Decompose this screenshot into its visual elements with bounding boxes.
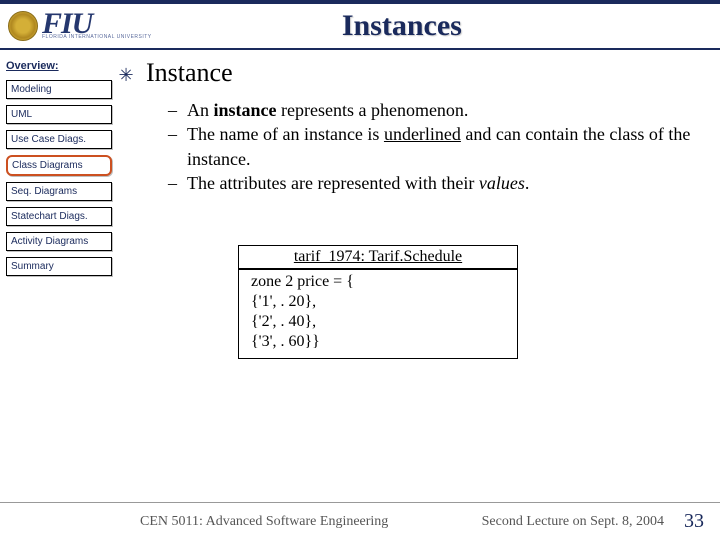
sidebar-item-summary[interactable]: Summary — [6, 257, 112, 276]
sub-item-1: – An instance represents a phenomenon. — [168, 98, 700, 122]
sidebar-item-activity-diagrams[interactable]: Activity Diagrams — [6, 232, 112, 251]
content-heading: Instance — [146, 58, 233, 88]
footer-lecture: Second Lecture on Sept. 8, 2004 — [388, 514, 684, 530]
sidebar-item-seq-diagrams[interactable]: Seq. Diagrams — [6, 182, 112, 201]
sub-text-2: The name of an instance is underlined an… — [187, 122, 700, 171]
logo: FIU FLORIDA INTERNATIONAL UNIVERSITY — [8, 11, 152, 41]
uml-instance-attrs: zone 2 price = { {'1', . 20}, {'2', . 40… — [238, 268, 518, 359]
university-seal-icon — [8, 11, 38, 41]
sidebar: Overview: Modeling UML Use Case Diags. Clas… — [0, 50, 118, 500]
logo-text: FIU — [42, 12, 152, 36]
sidebar-nav: Modeling UML Use Case Diags. Class Diagrams… — [6, 80, 112, 276]
sub-item-3: – The attributes are represented with th… — [168, 171, 700, 195]
uml-attr-line: zone 2 price = { — [251, 272, 505, 292]
uml-attr-line: {'1', . 20}, — [251, 292, 505, 312]
sidebar-item-modeling[interactable]: Modeling — [6, 80, 112, 99]
sidebar-heading: Overview: — [6, 60, 112, 72]
bullet-icon: ✳ — [118, 65, 134, 86]
body: Overview: Modeling UML Use Case Diags. Clas… — [0, 50, 720, 500]
uml-instance-box: tarif_1974: Tarif.Schedule zone 2 price … — [238, 245, 518, 359]
slide-number: 33 — [684, 510, 704, 533]
sub-text-1: An instance represents a phenomenon. — [187, 98, 468, 122]
slide-title: Instances — [152, 9, 712, 43]
sub-item-2: – The name of an instance is underlined … — [168, 122, 700, 171]
logo-subtext: FLORIDA INTERNATIONAL UNIVERSITY — [42, 34, 152, 40]
header: FIU FLORIDA INTERNATIONAL UNIVERSITY Ins… — [0, 4, 720, 50]
sidebar-item-class-diagrams[interactable]: Class Diagrams — [6, 155, 112, 176]
content: ✳ Instance – An instance represents a ph… — [118, 50, 720, 500]
footer: CEN 5011: Advanced Software Engineering … — [0, 502, 720, 540]
sublist: – An instance represents a phenomenon. –… — [168, 98, 700, 195]
dash-icon: – — [168, 171, 177, 195]
dash-icon: – — [168, 122, 177, 171]
sidebar-item-uml[interactable]: UML — [6, 105, 112, 124]
sidebar-item-statechart-diags[interactable]: Statechart Diags. — [6, 207, 112, 226]
main-bullet: ✳ Instance — [118, 58, 700, 88]
uml-attr-line: {'2', . 40}, — [251, 312, 505, 332]
uml-instance-name: tarif_1974: Tarif.Schedule — [238, 245, 518, 268]
footer-course: CEN 5011: Advanced Software Engineering — [140, 514, 388, 530]
dash-icon: – — [168, 98, 177, 122]
sidebar-item-use-case-diags[interactable]: Use Case Diags. — [6, 130, 112, 149]
sub-text-3: The attributes are represented with thei… — [187, 171, 529, 195]
uml-attr-line: {'3', . 60}} — [251, 332, 505, 352]
